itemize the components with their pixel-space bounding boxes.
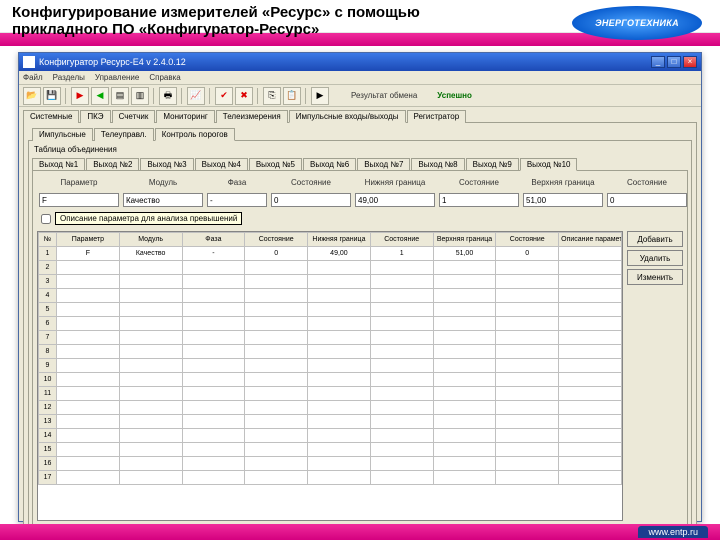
exchange-result-value: Успешно bbox=[437, 91, 472, 100]
download-icon[interactable]: ▶ bbox=[71, 87, 89, 105]
hdr-state1: Состояние bbox=[271, 178, 351, 187]
tab-monitoring[interactable]: Мониторинг bbox=[156, 110, 214, 123]
tabs-level1: Системные ПКЭ Счетчик Мониторинг Телеизм… bbox=[19, 107, 701, 122]
hdr-lower: Нижняя граница bbox=[355, 178, 435, 187]
field-state2[interactable] bbox=[439, 193, 519, 207]
col-num: № bbox=[39, 233, 57, 247]
field-parameter[interactable] bbox=[39, 193, 119, 207]
close-button[interactable]: × bbox=[683, 56, 697, 68]
cancel-icon[interactable]: ✖ bbox=[235, 87, 253, 105]
menu-sections[interactable]: Разделы bbox=[53, 73, 85, 82]
hdr-module: Модуль bbox=[123, 178, 203, 187]
delete-button[interactable]: Удалить bbox=[627, 250, 683, 266]
table-row[interactable]: 7 bbox=[39, 331, 622, 345]
table-row[interactable]: 5 bbox=[39, 303, 622, 317]
menu-help[interactable]: Справка bbox=[149, 73, 180, 82]
field-module[interactable] bbox=[123, 193, 203, 207]
add-button[interactable]: Добавить bbox=[627, 231, 683, 247]
col-state2: Состояние bbox=[370, 233, 433, 247]
tabs-level2: Импульсные Телеуправл. Контроль порогов bbox=[28, 125, 692, 140]
doc1-icon[interactable]: ▤ bbox=[111, 87, 129, 105]
col-lower: Нижняя граница bbox=[308, 233, 371, 247]
table-row[interactable]: 6 bbox=[39, 317, 622, 331]
field-state1[interactable] bbox=[271, 193, 351, 207]
table-row[interactable]: 15 bbox=[39, 443, 622, 457]
field-state3[interactable] bbox=[607, 193, 687, 207]
hdr-upper: Верхняя граница bbox=[523, 178, 603, 187]
col-param: Параметр bbox=[57, 233, 120, 247]
toolbar: 📂 💾 ▶ ◀ ▤ ▥ 🖶 📈 ✔ ✖ ⎘ 📋 ▶ Результат обме… bbox=[19, 85, 701, 107]
table-row[interactable]: 16 bbox=[39, 457, 622, 471]
menu-file[interactable]: Файл bbox=[23, 73, 43, 82]
print-icon[interactable]: 🖶 bbox=[159, 87, 177, 105]
run-icon[interactable]: ▶ bbox=[311, 87, 329, 105]
tab-counter[interactable]: Счетчик bbox=[112, 110, 156, 123]
param-description-checkbox[interactable] bbox=[41, 214, 51, 224]
col-state3: Состояние bbox=[496, 233, 559, 247]
field-upper[interactable] bbox=[523, 193, 603, 207]
col-desc: Описание параметра bbox=[559, 233, 622, 247]
slide-title: Конфигурирование измерителей «Ресурс» с … bbox=[12, 4, 432, 39]
window-title: Конфигуратор Ресурс-E4 v 2.4.0.12 bbox=[39, 57, 186, 67]
table-row[interactable]: 10 bbox=[39, 373, 622, 387]
tooltip: Описание параметра для анализа превышени… bbox=[55, 212, 242, 225]
col-upper: Верхняя граница bbox=[433, 233, 496, 247]
menu-control[interactable]: Управление bbox=[95, 73, 139, 82]
footer-url: www.entp.ru bbox=[638, 526, 708, 538]
tab-telecontrol[interactable]: Телеуправл. bbox=[94, 128, 154, 141]
tab-telemetry[interactable]: Телеизмерения bbox=[216, 110, 288, 123]
tab-registrator[interactable]: Регистратор bbox=[407, 110, 467, 123]
table-row[interactable]: 3 bbox=[39, 275, 622, 289]
params-grid[interactable]: № Параметр Модуль Фаза Состояние Нижняя … bbox=[37, 231, 623, 521]
table-row[interactable]: 2 bbox=[39, 261, 622, 275]
table-row[interactable]: 17 bbox=[39, 471, 622, 485]
brand-logo: ЭНЕРГОТЕХНИКА bbox=[572, 6, 702, 40]
tab-system[interactable]: Системные bbox=[23, 110, 79, 123]
field-phase[interactable] bbox=[207, 193, 267, 207]
app-icon bbox=[23, 56, 35, 68]
hdr-state2: Состояние bbox=[439, 178, 519, 187]
exchange-result-label: Результат обмена bbox=[351, 91, 417, 100]
doc2-icon[interactable]: ▥ bbox=[131, 87, 149, 105]
app-window: Конфигуратор Ресурс-E4 v 2.4.0.12 _ □ × … bbox=[18, 52, 702, 522]
table-row[interactable]: 11 bbox=[39, 387, 622, 401]
open-icon[interactable]: 📂 bbox=[23, 87, 41, 105]
col-module: Модуль bbox=[119, 233, 182, 247]
table-row[interactable]: 12 bbox=[39, 401, 622, 415]
table-row[interactable]: 8 bbox=[39, 345, 622, 359]
table-row[interactable]: 13 bbox=[39, 415, 622, 429]
paste-icon[interactable]: 📋 bbox=[283, 87, 301, 105]
menu-bar: Файл Разделы Управление Справка bbox=[19, 71, 701, 85]
minimize-button[interactable]: _ bbox=[651, 56, 665, 68]
chart-icon[interactable]: 📈 bbox=[187, 87, 205, 105]
window-titlebar[interactable]: Конфигуратор Ресурс-E4 v 2.4.0.12 _ □ × bbox=[19, 53, 701, 71]
col-phase: Фаза bbox=[182, 233, 245, 247]
tab-impulse[interactable]: Импульсные bbox=[32, 128, 93, 141]
save-icon[interactable]: 💾 bbox=[43, 87, 61, 105]
field-lower[interactable] bbox=[355, 193, 435, 207]
tab-out10[interactable]: Выход №10 bbox=[520, 158, 578, 171]
copy-icon[interactable]: ⎘ bbox=[263, 87, 281, 105]
ok-icon[interactable]: ✔ bbox=[215, 87, 233, 105]
tab-thresholds[interactable]: Контроль порогов bbox=[155, 128, 235, 141]
table-union-label: Таблица объединения bbox=[32, 144, 688, 155]
table-row[interactable]: 4 bbox=[39, 289, 622, 303]
table-row[interactable]: 14 bbox=[39, 429, 622, 443]
tab-pke[interactable]: ПКЭ bbox=[80, 110, 110, 123]
table-row[interactable]: 9 bbox=[39, 359, 622, 373]
tabs-level3: Выход №1 Выход №2 Выход №3 Выход №4 Выхо… bbox=[32, 155, 688, 170]
table-row[interactable]: 1FКачество-049,00151,000 bbox=[39, 247, 622, 261]
tab-impulse-io[interactable]: Импульсные входы/выходы bbox=[289, 110, 406, 123]
hdr-state3: Состояние bbox=[607, 178, 687, 187]
hdr-phase: Фаза bbox=[207, 178, 267, 187]
hdr-parameter: Параметр bbox=[39, 178, 119, 187]
col-state1: Состояние bbox=[245, 233, 308, 247]
upload-icon[interactable]: ◀ bbox=[91, 87, 109, 105]
apply-button[interactable]: Изменить bbox=[627, 269, 683, 285]
maximize-button[interactable]: □ bbox=[667, 56, 681, 68]
